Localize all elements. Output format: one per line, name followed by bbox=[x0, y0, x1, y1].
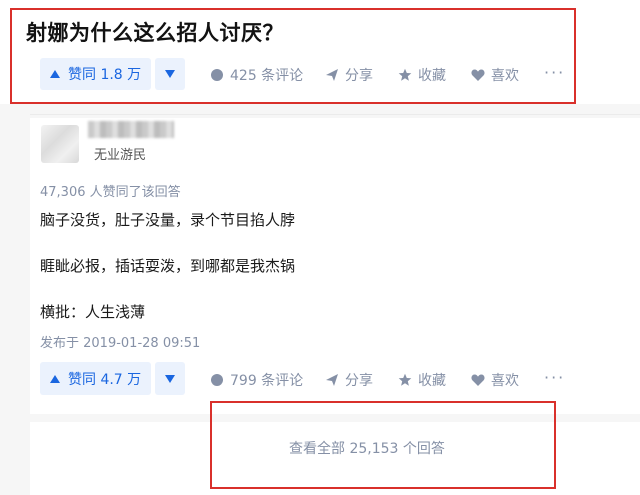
share-icon bbox=[326, 374, 338, 386]
answer-vote-count: 47,306 人赞同了该回答 bbox=[40, 185, 181, 200]
share-label: 分享 bbox=[345, 373, 373, 389]
heart-icon bbox=[471, 374, 485, 386]
avatar[interactable] bbox=[41, 125, 79, 163]
upvote-arrow-icon bbox=[50, 374, 60, 383]
highlight-box-view-all bbox=[210, 401, 556, 489]
answer-like-button[interactable]: 喜欢 bbox=[471, 370, 519, 390]
answer-favorite-button[interactable]: 收藏 bbox=[398, 370, 446, 390]
downvote-arrow-icon bbox=[165, 374, 175, 383]
highlight-box-question bbox=[10, 8, 576, 104]
upvote-label: 赞同 4.7 万 bbox=[68, 371, 142, 388]
answer-upvote-button[interactable]: 赞同 4.7 万 bbox=[40, 362, 151, 395]
author-name-blurred[interactable] bbox=[88, 121, 174, 138]
author-headline: 无业游民 bbox=[94, 148, 147, 163]
favorite-label: 收藏 bbox=[418, 373, 446, 389]
answer-paragraph: 脑子没货，肚子没量，录个节目掐人脖 bbox=[40, 211, 296, 229]
comments-label: 799 条评论 bbox=[230, 373, 304, 389]
more-icon[interactable]: ··· bbox=[544, 368, 565, 387]
answer-downvote-button[interactable] bbox=[155, 362, 185, 395]
like-label: 喜欢 bbox=[491, 373, 519, 389]
answer-share-button[interactable]: 分享 bbox=[325, 370, 373, 390]
answer-paragraph: 睚眦必报，插话耍泼，到哪都是我杰锅 bbox=[40, 257, 296, 275]
publish-time[interactable]: 发布于 2019-01-28 09:51 bbox=[40, 332, 200, 351]
answer-comments-button[interactable]: 799 条评论 bbox=[210, 370, 303, 390]
star-icon bbox=[398, 373, 412, 386]
divider bbox=[30, 114, 640, 115]
comment-icon bbox=[211, 374, 223, 386]
answer-paragraph: 横批：人生浅薄 bbox=[40, 303, 146, 321]
